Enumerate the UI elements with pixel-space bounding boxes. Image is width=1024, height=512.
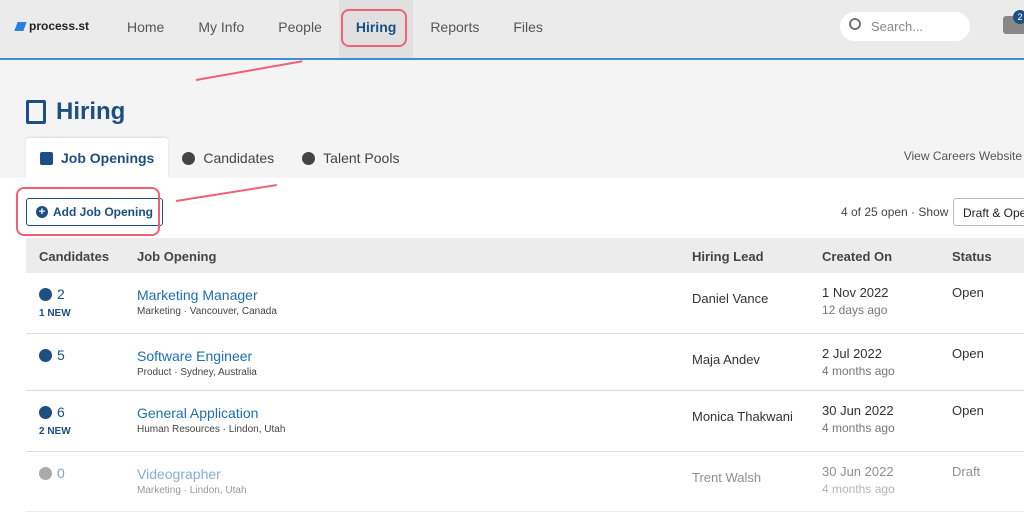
created-date: 1 Nov 2022 [822, 285, 889, 300]
table-row[interactable]: 6 2 NEW General Application Human Resource… [26, 391, 1024, 452]
logo[interactable]: process.st [14, 19, 89, 33]
job-title-link[interactable]: Videographer [137, 466, 247, 482]
created-ago: 4 months ago [822, 421, 895, 435]
nav-home[interactable]: Home [110, 0, 181, 58]
job-location: Human Resources · Lindon, Utah [137, 424, 286, 435]
column-candidates[interactable]: Candidates [39, 249, 109, 264]
nav-my-info[interactable]: My Info [181, 0, 261, 58]
tab-candidates[interactable]: Candidates [168, 138, 288, 178]
new-badge: 2 NEW [39, 426, 71, 437]
candidate-count[interactable]: 0 [39, 465, 65, 481]
created-date: 2 Jul 2022 [822, 346, 882, 361]
search-input[interactable]: Search... [840, 12, 970, 41]
highlight-box [16, 187, 160, 236]
open-count: 4 of 25 open · Show [841, 205, 949, 219]
person-icon [39, 466, 52, 480]
job-location: Marketing · Lindon, Utah [137, 485, 247, 496]
hiring-lead: Monica Thakwani [692, 409, 793, 424]
table-row[interactable]: 0 Videographer Marketing · Lindon, Utah T… [26, 452, 1024, 512]
hiring-icon [26, 100, 46, 124]
tab-job-openings[interactable]: Job Openings [26, 138, 169, 178]
created-ago: 4 months ago [822, 364, 895, 378]
job-title-link[interactable]: Software Engineer [137, 348, 257, 364]
nav-reports[interactable]: Reports [413, 0, 496, 58]
created-date: 30 Jun 2022 [822, 403, 894, 418]
logo-icon [14, 21, 27, 31]
top-bar: process.st Home My Info People Hiring Re… [0, 0, 1024, 60]
person-icon [39, 287, 52, 301]
hiring-lead: Maja Andev [692, 352, 760, 367]
tabs: Job Openings Candidates Talent Pools [26, 138, 413, 178]
candidate-count[interactable]: 2 [39, 286, 71, 302]
job-openings-icon [40, 151, 53, 165]
table-header: Candidates Job Opening Hiring Lead Creat… [26, 238, 1024, 273]
status-filter-select[interactable]: Draft & Open [953, 198, 1024, 226]
search-icon [849, 18, 861, 30]
table-row[interactable]: 2 1 NEW Marketing Manager Marketing · Vanc… [26, 273, 1024, 334]
table-row[interactable]: 5 Software Engineer Product · Sydney, Aus… [26, 334, 1024, 391]
job-location: Product · Sydney, Australia [137, 367, 257, 378]
column-hiring-lead[interactable]: Hiring Lead [692, 249, 764, 264]
status: Open [952, 346, 984, 361]
status: Draft [952, 464, 981, 479]
column-status[interactable]: Status [952, 249, 992, 264]
new-badge: 1 NEW [39, 308, 71, 319]
created-ago: 12 days ago [822, 303, 888, 317]
person-icon [39, 348, 52, 362]
created-ago: 4 months ago [822, 482, 895, 496]
hiring-lead: Daniel Vance [692, 291, 769, 306]
main-nav: Home My Info People Hiring Reports Files [110, 0, 560, 58]
status: Open [952, 285, 984, 300]
person-icon [39, 405, 52, 419]
status: Open [952, 403, 984, 418]
candidate-count[interactable]: 6 [39, 404, 71, 420]
nav-hiring[interactable]: Hiring [338, 0, 414, 58]
inbox-badge: 2 [1013, 10, 1024, 24]
view-careers-link[interactable]: View Careers Website [904, 149, 1022, 163]
person-icon [182, 151, 196, 165]
created-date: 30 Jun 2022 [822, 464, 894, 479]
job-location: Marketing · Vancouver, Canada [137, 306, 277, 317]
annotation-arrow [195, 60, 303, 81]
column-job-opening[interactable]: Job Opening [137, 249, 216, 264]
nav-files[interactable]: Files [496, 0, 560, 58]
group-icon [302, 151, 316, 165]
page-title: Hiring [26, 98, 125, 126]
job-title-link[interactable]: General Application [137, 405, 285, 421]
job-title-link[interactable]: Marketing Manager [137, 287, 277, 303]
column-created-on[interactable]: Created On [822, 249, 892, 264]
candidate-count[interactable]: 5 [39, 347, 65, 363]
hiring-lead: Trent Walsh [692, 470, 762, 485]
tab-talent-pools[interactable]: Talent Pools [288, 138, 413, 178]
nav-people[interactable]: People [261, 0, 339, 58]
